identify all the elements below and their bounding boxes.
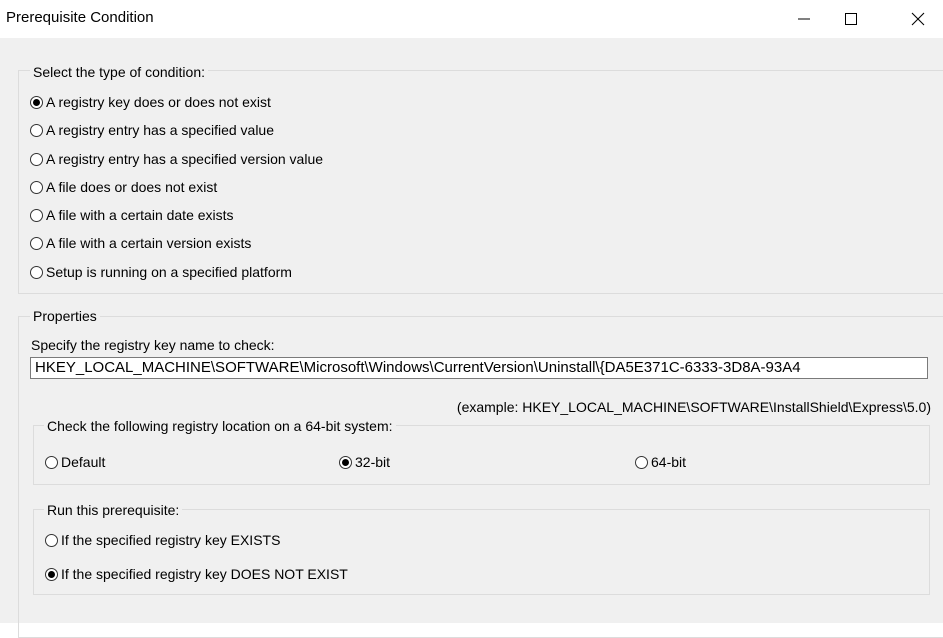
radio-circle [30, 180, 43, 194]
radio-circle [30, 95, 43, 109]
run-prerequisite-group-label: Run this prerequisite: [44, 502, 183, 518]
radio-run-if-not-exists[interactable]: If the specified registry key DOES NOT E… [45, 564, 348, 584]
radio-run-if-exists[interactable]: If the specified registry key EXISTS [45, 530, 280, 550]
radio-setup-platform[interactable]: Setup is running on a specified platform [30, 262, 292, 282]
radio-location-default[interactable]: Default [45, 452, 105, 472]
radio-circle [30, 152, 43, 166]
maximize-button[interactable] [828, 0, 874, 38]
condition-type-group-label: Select the type of condition: [30, 64, 208, 80]
radio-label: A file does or does not exist [46, 179, 218, 195]
registry-key-example: (example: HKEY_LOCAL_MACHINE\SOFTWARE\In… [456, 399, 931, 415]
radio-circle [30, 236, 43, 250]
radio-label: If the specified registry key DOES NOT E… [61, 566, 348, 582]
radio-label: If the specified registry key EXISTS [61, 532, 281, 548]
close-icon [911, 12, 925, 26]
minimize-button[interactable] [781, 0, 827, 38]
radio-label: 64-bit [651, 454, 687, 470]
radio-label: A registry key does or does not exist [46, 94, 271, 110]
radio-registry-entry-value[interactable]: A registry entry has a specified value [30, 120, 274, 140]
radio-registry-key-exists[interactable]: A registry key does or does not exist [30, 92, 271, 112]
radio-circle [45, 455, 58, 469]
radio-label: A file with a certain version exists [46, 235, 252, 251]
radio-circle [45, 567, 58, 581]
maximize-icon [845, 13, 857, 25]
radio-file-exists[interactable]: A file does or does not exist [30, 177, 217, 197]
radio-label: Setup is running on a specified platform [46, 264, 292, 280]
radio-circle [339, 455, 352, 469]
radio-label: Default [61, 454, 106, 470]
radio-label: A file with a certain date exists [46, 207, 234, 223]
radio-circle [30, 265, 43, 279]
title-bar: Prerequisite Condition [0, 0, 943, 38]
radio-circle [30, 208, 43, 222]
radio-circle [635, 455, 648, 469]
minimize-icon [798, 18, 810, 20]
radio-file-date-exists[interactable]: A file with a certain date exists [30, 205, 234, 225]
registry-location-group-label: Check the following registry location on… [44, 418, 396, 434]
properties-group-label: Properties [30, 308, 100, 324]
radio-circle [45, 533, 58, 547]
radio-file-version-exists[interactable]: A file with a certain version exists [30, 233, 251, 253]
radio-label: 32-bit [355, 454, 391, 470]
radio-label: A registry entry has a specified version… [46, 151, 324, 167]
radio-registry-entry-version-value[interactable]: A registry entry has a specified version… [30, 149, 323, 169]
registry-key-prompt: Specify the registry key name to check: [31, 337, 275, 353]
radio-circle [30, 123, 43, 137]
radio-label: A registry entry has a specified value [46, 122, 275, 138]
close-button[interactable] [895, 0, 941, 38]
radio-location-32bit[interactable]: 32-bit [339, 452, 390, 472]
registry-key-input[interactable]: HKEY_LOCAL_MACHINE\SOFTWARE\Microsoft\Wi… [30, 357, 928, 379]
window-title: Prerequisite Condition [6, 9, 154, 26]
registry-location-group [33, 425, 930, 485]
radio-location-64bit[interactable]: 64-bit [635, 452, 686, 472]
